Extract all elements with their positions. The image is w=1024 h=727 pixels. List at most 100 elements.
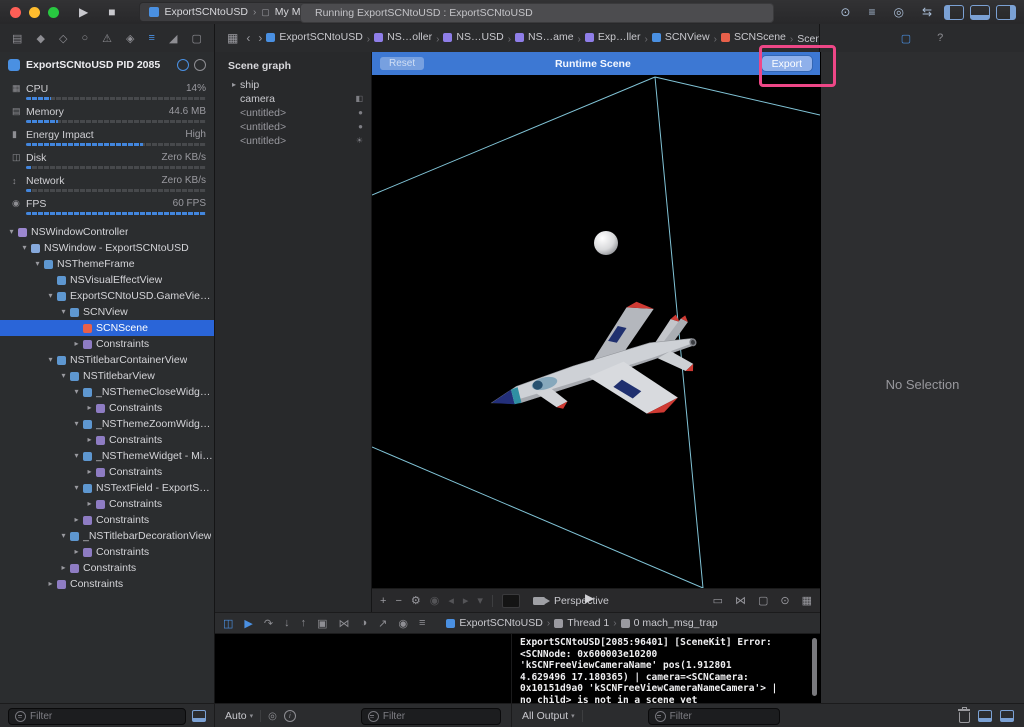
disclosure-icon[interactable]: ▾ xyxy=(45,352,56,368)
navigator-filter-field[interactable]: Filter xyxy=(8,707,186,725)
step-into-button[interactable]: ↓ xyxy=(284,617,290,629)
rewind-button[interactable]: ◂ xyxy=(448,594,454,607)
source-control-navigator-tab[interactable]: ◆ xyxy=(36,32,44,45)
tree-row[interactable]: ▸ Constraints xyxy=(0,576,214,592)
navigator-panel-toggle[interactable] xyxy=(944,4,964,20)
play-animation-button[interactable]: ▸ xyxy=(463,594,469,607)
step-over-button[interactable]: ↷ xyxy=(264,617,273,630)
disclosure-icon[interactable]: ▾ xyxy=(71,448,82,464)
debug-panel-toggle[interactable] xyxy=(970,4,990,20)
debug-navigator-tab[interactable]: ≡ xyxy=(149,32,155,44)
record-button[interactable]: ◉ xyxy=(430,594,440,607)
jump-bar-item[interactable]: SCNView xyxy=(651,31,710,43)
forward-button[interactable]: › xyxy=(254,31,266,45)
quick-help-inspector-tab[interactable]: ? xyxy=(937,32,943,44)
gauge-row[interactable]: ▦ CPU 14% xyxy=(0,80,214,103)
variables-scope-selector[interactable]: Auto ▾ xyxy=(225,710,253,722)
console-scrollbar[interactable] xyxy=(812,638,817,696)
tree-row[interactable]: ▾ SCNView xyxy=(0,304,214,320)
scheme-name[interactable]: ExportSCNtoUSD xyxy=(164,6,247,18)
sphere-node[interactable] xyxy=(594,231,618,255)
environment-overrides-button[interactable]: ◑ xyxy=(361,617,368,629)
minimize-window-button[interactable] xyxy=(29,6,40,18)
jump-bar-item[interactable]: Scene graph xyxy=(797,33,819,45)
scene-graph-row[interactable]: <untitled> ● xyxy=(215,106,371,120)
tree-row[interactable]: SCNScene xyxy=(0,320,214,336)
back-button[interactable]: ‹ xyxy=(242,31,254,45)
reset-button[interactable]: Reset xyxy=(380,57,425,70)
simulate-location-button[interactable]: ↗ xyxy=(378,617,387,630)
tree-row[interactable]: ▾ NSThemeFrame xyxy=(0,256,214,272)
disclosure-icon[interactable]: ▸ xyxy=(84,496,95,512)
activity-badge-icon[interactable]: ⊙ xyxy=(834,0,856,24)
variables-view[interactable] xyxy=(215,634,512,703)
memory-graph-button[interactable]: ⋈ xyxy=(339,617,350,630)
show-raw-values-icon[interactable]: ◎ xyxy=(268,711,277,722)
tree-row[interactable]: ▸ Constraints xyxy=(0,560,214,576)
gauge-row[interactable]: ◉ FPS 60 FPS xyxy=(0,195,214,218)
test-navigator-tab[interactable]: ◈ xyxy=(126,32,134,45)
jump-bar-item[interactable]: SCNScene xyxy=(720,31,786,43)
info-icon[interactable]: i xyxy=(283,710,296,722)
tree-row[interactable]: ▸ Constraints xyxy=(0,400,214,416)
breakpoint-navigator-tab[interactable]: ◢ xyxy=(169,32,177,45)
inspector-panel-toggle[interactable] xyxy=(996,4,1016,20)
render-mode-icon[interactable]: ▭ xyxy=(713,594,723,607)
gauge-row[interactable]: ▮ Energy Impact High xyxy=(0,126,214,149)
jump-bar-item[interactable]: ExportSCNtoUSD xyxy=(266,31,363,43)
ship-model[interactable] xyxy=(476,290,711,452)
tree-row[interactable]: ▸ Constraints xyxy=(0,496,214,512)
disclosure-icon[interactable]: ▸ xyxy=(71,544,82,560)
disclosure-icon[interactable]: ▾ xyxy=(71,384,82,400)
gauge-row[interactable]: ▤ Memory 44.6 MB xyxy=(0,103,214,126)
stack-frames-button[interactable]: ≡ xyxy=(419,617,425,629)
symbol-navigator-tab[interactable]: ◇ xyxy=(59,32,67,45)
scene-graph-row[interactable]: <untitled> ☀ xyxy=(215,134,371,148)
tree-row[interactable]: ▾ NSWindowController xyxy=(0,224,214,240)
tree-row[interactable]: ▸ Constraints xyxy=(0,464,214,480)
run-button[interactable]: ▶ xyxy=(69,0,98,24)
disclosure-icon[interactable]: ▸ xyxy=(71,336,82,352)
camera-mode-label[interactable]: Perspective xyxy=(554,595,609,607)
close-window-button[interactable] xyxy=(10,6,21,18)
scene-graph-row[interactable]: <untitled> ● xyxy=(215,120,371,134)
tree-row[interactable]: ▸ Constraints xyxy=(0,432,214,448)
console-view[interactable]: ExportSCNtoUSD[2085:96401] [SceneKit] Er… xyxy=(512,634,820,703)
scene-canvas[interactable] xyxy=(371,75,821,589)
zoom-window-button[interactable] xyxy=(48,6,59,18)
disclosure-icon[interactable]: ▾ xyxy=(58,528,69,544)
tree-row[interactable]: ▾ _NSThemeWidget - Mini… xyxy=(0,448,214,464)
remove-node-button[interactable]: − xyxy=(395,595,401,607)
screenshot-button[interactable]: ◉ xyxy=(398,617,408,630)
disclosure-icon[interactable]: ▸ xyxy=(84,400,95,416)
gauge-row[interactable]: ↕ Network Zero KB/s xyxy=(0,172,214,195)
debug-breadcrumb-item[interactable]: ExportSCNtoUSD xyxy=(446,617,543,629)
tree-row[interactable]: ▸ Constraints xyxy=(0,544,214,560)
tree-row[interactable]: ▾ ExportSCNtoUSD.GameViewC… xyxy=(0,288,214,304)
visibility-icon[interactable]: ⊙ xyxy=(780,594,789,607)
tree-row[interactable]: ▾ _NSThemeCloseWidget -… xyxy=(0,384,214,400)
scene-graph-row[interactable]: camera ◧ xyxy=(215,92,371,106)
tree-row[interactable]: ▾ NSTitlebarView xyxy=(0,368,214,384)
report-navigator-tab[interactable]: ▢ xyxy=(191,32,201,45)
disclosure-icon[interactable]: ▾ xyxy=(19,240,30,256)
tree-row[interactable]: ▾ NSTextField - ExportSCN… xyxy=(0,480,214,496)
disclosure-icon[interactable]: ▸ xyxy=(84,432,95,448)
disclosure-icon[interactable]: ▾ xyxy=(6,224,17,240)
stop-button[interactable]: ■ xyxy=(98,0,125,24)
project-navigator-tab[interactable]: ▤ xyxy=(12,32,22,45)
process-row[interactable]: ExportSCNtoUSD PID 2085 xyxy=(0,52,214,76)
disclosure-icon[interactable]: ▾ xyxy=(32,256,43,272)
show-variables-pane-toggle[interactable] xyxy=(978,710,992,722)
gauge-row[interactable]: ◫ Disk Zero KB/s xyxy=(0,149,214,172)
console-scope-selector[interactable]: All Output ▾ xyxy=(522,710,575,722)
view-hierarchy-button[interactable]: ▣ xyxy=(317,617,327,630)
show-console-pane-toggle[interactable] xyxy=(1000,710,1014,722)
disclosure-icon[interactable]: ▾ xyxy=(58,304,69,320)
tree-row[interactable]: ▾ NSWindow - ExportSCNtoUSD xyxy=(0,240,214,256)
disclosure-icon[interactable]: ▸ xyxy=(58,560,69,576)
tree-row[interactable]: NSVisualEffectView xyxy=(0,272,214,288)
scheme-selector[interactable]: ExportSCNtoUSD › ▢ My Mac xyxy=(139,2,322,22)
jump-bar-item[interactable]: Exp…ller xyxy=(584,31,641,43)
disclosure-icon[interactable]: ▸ xyxy=(228,78,240,92)
